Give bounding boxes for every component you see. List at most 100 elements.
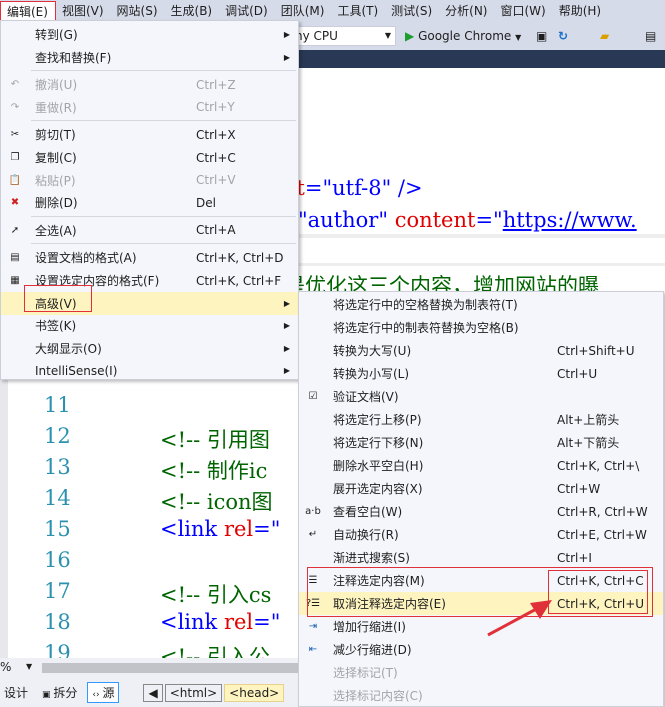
menu-item[interactable]: ✂ 剪切(T) Ctrl+X [1,123,298,146]
menu-item[interactable]: 📋 粘贴(P) Ctrl+V [1,169,298,192]
browser-link-icon[interactable]: ▣ [536,26,547,46]
breadcrumb-head[interactable]: <head> [224,683,285,702]
horizontal-scrollbar[interactable] [42,663,300,673]
code-line: <link rel=" [160,517,280,541]
code-line: <!-- icon图 [160,486,273,516]
menu-item-label: 转到(G) [35,28,78,42]
menu-item[interactable]: ✖ 删除(D) Del [1,191,298,214]
menu-item[interactable]: ➚ 全选(A) Ctrl+A [1,219,298,242]
menu-item[interactable]: 将选定行上移(P) Alt+上箭头 [299,408,663,431]
menu-item[interactable]: 将选定行下移(N) Alt+下箭头 [299,431,663,454]
split-icon: ▣ [42,690,54,700]
browser-label: Google Chrome [418,29,512,43]
zoom-level[interactable]: % [0,660,11,674]
menu-item-shortcut: Ctrl+K, Ctrl+F [196,273,282,288]
menu-item-shortcut: Ctrl+E, Ctrl+W [557,527,647,542]
menu-item[interactable]: 渐进式搜索(S) Ctrl+I [299,546,663,569]
menu-item[interactable]: 转到(G) ▶ [1,23,298,46]
chevron-down-icon: ▼ [384,31,391,40]
line-number: 18 [44,610,71,634]
view-switcher: 设计 ▣ 拆分 ‹› 源 ◀ <html> <head> [0,678,300,707]
menu-item[interactable]: 展开选定内容(X) Ctrl+W [299,477,663,500]
menu-3[interactable]: 生成(B) [165,1,220,21]
code-line-charset: et="utf-8" /> [284,176,423,200]
menu-item-shortcut: Ctrl+R, Ctrl+W [557,504,648,519]
code-line: <!-- 制作ic [160,455,267,485]
menu-item[interactable]: ↶ 撤消(U) Ctrl+Z [1,73,298,96]
menu-2[interactable]: 网站(S) [111,1,165,21]
menu-item[interactable]: 查找和替换(F) ▶ [1,46,298,69]
menu-item-label: 大纲显示(O) [35,341,102,356]
menu-item-shortcut: Ctrl+A [196,223,236,238]
menu-item[interactable]: 转换为大写(U) Ctrl+Shift+U [299,339,663,362]
redo-icon: ↷ [10,101,20,113]
menu-item[interactable]: a·b 查看空白(W) Ctrl+R, Ctrl+W [299,500,663,523]
menu-item[interactable]: ☑ 验证文档(V) [299,385,663,408]
code-token: <link [160,517,218,541]
menu-item-label: 验证文档(V) [333,390,399,404]
menu-item-label: 增加行缩进(I) [333,620,406,634]
menu-item[interactable]: ↵ 自动换行(R) Ctrl+E, Ctrl+W [299,523,663,546]
line-number: 14 [44,486,71,510]
menu-item-label: 转换为小写(L) [333,367,410,381]
menu-8[interactable]: 分析(N) [439,1,494,21]
line-number: 11 [44,393,71,417]
menu-item[interactable]: 删除水平空白(H) Ctrl+K, Ctrl+\ [299,454,663,477]
menu-9[interactable]: 窗口(W) [494,1,552,21]
run-browser-button[interactable]: ▶ Google Chrome ▼ [405,26,521,46]
chevron-down-icon[interactable]: ▼ [26,662,32,671]
refresh-icon[interactable]: ↻ [558,26,568,46]
line-number: 15 [44,517,71,541]
breadcrumb-html[interactable]: <html> [164,683,223,702]
menu-item-label: IntelliSense(I) [35,363,118,378]
source-label: 源 [102,686,115,700]
menu-item-label: 撤消(U) [35,78,78,93]
menu-item-label: 转换为大写(U) [333,344,412,358]
code-token: <link [160,610,218,634]
menu-item[interactable]: ↷ 重做(R) Ctrl+Y [1,96,298,119]
delete-icon: ✖ [10,197,20,209]
menu-item[interactable]: ❐ 复制(C) Ctrl+C [1,146,298,169]
menu-item[interactable]: ⇤ 减少行缩进(D) [299,638,663,661]
menu-item[interactable]: 大纲显示(O) ▶ [1,337,298,360]
copy-icon: ❐ [10,152,20,163]
menu-item-label: 自动换行(R) [333,528,399,542]
menu-item[interactable]: 将选定行中的制表符替换为空格(B) [299,316,663,339]
split-view-tab[interactable]: ▣ 拆分 [38,683,81,702]
menu-5[interactable]: 团队(M) [275,1,332,21]
menu-item[interactable]: IntelliSense(I) ▶ [1,359,298,382]
view-whitespace-icon: a·b [305,506,321,517]
menu-10[interactable]: 帮助(H) [553,1,608,21]
menu-item[interactable]: 书签(K) ▶ [1,314,298,337]
menu-item[interactable]: 将选定行中的空格替换为制表符(T) [299,293,663,316]
source-view-tab[interactable]: ‹› 源 [87,682,120,703]
menu-1[interactable]: 视图(V) [56,1,111,21]
menu-item-label: 选择标记(T) [333,666,398,680]
menu-item-label: 删除(D) [35,196,78,211]
menu-item-shortcut: Ctrl+Shift+U [557,343,635,358]
document-icon[interactable]: ▤ [645,26,656,46]
menu-6[interactable]: 工具(T) [331,1,385,21]
menu-item[interactable]: 转换为小写(L) Ctrl+U [299,362,663,385]
breadcrumb-back-icon[interactable]: ◀ [143,683,163,702]
line-number: 12 [44,424,71,448]
menu-item-label: 将选定行下移(N) [333,436,424,450]
menu-item-label: 剪切(T) [35,128,76,143]
solution-explorer-icon[interactable]: ▰ [600,26,609,46]
submenu-arrow-icon: ▶ [283,298,290,308]
submenu-arrow-icon: ▶ [283,321,290,331]
menu-item-label: 选择标记内容(C) [333,689,423,703]
cut-icon: ✂ [10,129,20,141]
design-view-tab[interactable]: 设计 [0,683,32,702]
advanced-submenu: 将选定行中的空格替换为制表符(T) 将选定行中的制表符替换为空格(B) 转换为大写(… [298,291,664,707]
menu-item[interactable]: 选择标记(T) [299,661,663,684]
menu-item[interactable]: ▤ 设置文档的格式(A) Ctrl+K, Ctrl+D [1,246,298,269]
menu-4[interactable]: 调试(D) [219,1,275,21]
menu-0[interactable]: 编辑(E) [0,1,56,21]
menu-item[interactable]: 选择标记内容(C) [299,684,663,707]
menu-item-label: 将选定行中的空格替换为制表符(T) [333,298,518,312]
code-token: rel [217,610,254,634]
platform-dropdown[interactable]: ny CPU ▼ [290,26,396,46]
format-document-icon: ▤ [10,252,20,264]
menu-7[interactable]: 测试(S) [385,1,439,21]
